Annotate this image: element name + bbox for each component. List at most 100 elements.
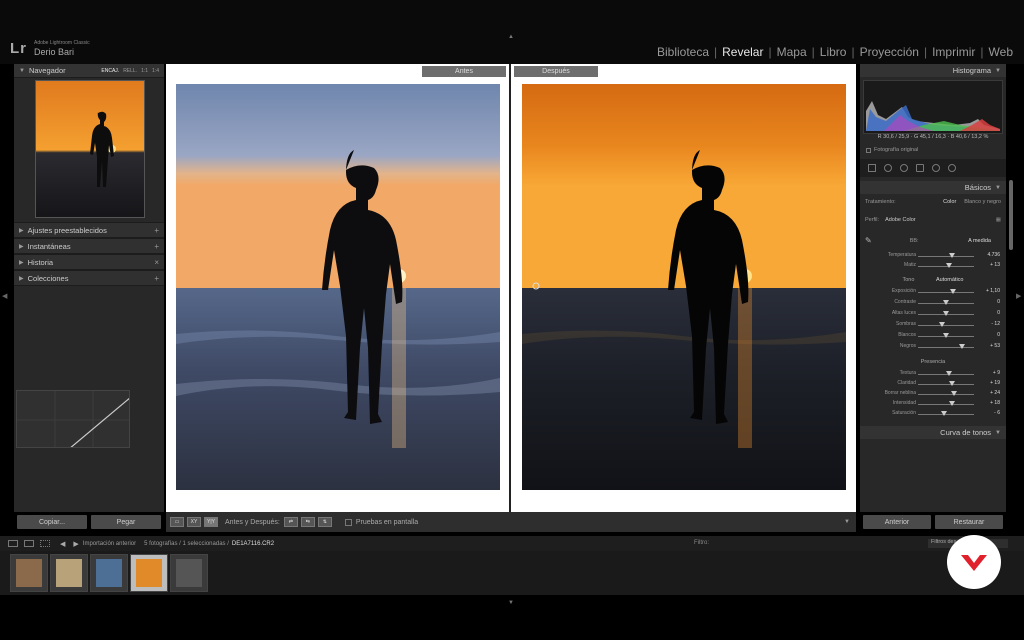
slider-knob-icon[interactable] bbox=[949, 289, 956, 294]
slider-knob-icon[interactable] bbox=[940, 411, 947, 416]
section-ajustes-preestablecidos[interactable]: ▶ Ajustes preestablecidos + bbox=[14, 222, 164, 238]
slider-value[interactable]: - 6 bbox=[994, 410, 1000, 416]
slider-track[interactable] bbox=[918, 404, 974, 405]
slider-value[interactable]: + 13 bbox=[990, 262, 1000, 268]
slider-negros[interactable]: Negros + 53 bbox=[860, 343, 1006, 352]
slider-track[interactable] bbox=[918, 325, 974, 326]
filmstrip-thumbnail[interactable] bbox=[10, 554, 48, 592]
before-photo[interactable] bbox=[176, 84, 500, 490]
grid-icon[interactable] bbox=[40, 540, 50, 547]
treatment-color[interactable]: Color bbox=[943, 199, 956, 205]
left-panel-toggle-icon[interactable]: ◀ bbox=[2, 292, 7, 300]
previous-button[interactable]: Anterior bbox=[863, 515, 931, 529]
paste-button[interactable]: Pegar bbox=[91, 515, 161, 529]
tone-curve-graph[interactable] bbox=[16, 390, 130, 448]
filmstrip-thumbnail[interactable] bbox=[90, 554, 128, 592]
module-imprimir[interactable]: Imprimir bbox=[927, 45, 980, 59]
add-icon[interactable]: + bbox=[154, 226, 159, 235]
slider-matiz[interactable]: Matiz + 13 bbox=[860, 262, 1006, 271]
slider-knob-icon[interactable] bbox=[948, 381, 955, 386]
slider-exposición[interactable]: Exposición + 1,10 bbox=[860, 288, 1006, 297]
zoom-1-4[interactable]: 1:4 bbox=[152, 68, 159, 74]
red-eye-icon[interactable] bbox=[900, 164, 908, 172]
slider-value[interactable]: + 53 bbox=[990, 343, 1000, 349]
filmstrip-thumbnail[interactable] bbox=[170, 554, 208, 592]
slider-knob-icon[interactable] bbox=[945, 371, 952, 376]
basic-header[interactable]: Básicos ▼ bbox=[860, 181, 1006, 194]
slider-value[interactable]: + 19 bbox=[990, 380, 1000, 386]
slider-track[interactable] bbox=[918, 347, 974, 348]
slider-sombras[interactable]: Sombras - 12 bbox=[860, 321, 1006, 330]
zoom-fill[interactable]: RELL. bbox=[123, 68, 137, 74]
forward-arrow-icon[interactable]: ▶ bbox=[73, 540, 78, 548]
slider-contraste[interactable]: Contraste 0 bbox=[860, 299, 1006, 308]
add-icon[interactable]: + bbox=[154, 274, 159, 283]
clear-icon[interactable]: × bbox=[154, 258, 159, 267]
crop-tool-icon[interactable] bbox=[868, 164, 876, 172]
profile-browser-icon[interactable]: ▦ bbox=[996, 217, 1001, 223]
before-after-view-icon[interactable]: Y|Y bbox=[204, 517, 218, 527]
white-balance-select[interactable]: A medida bbox=[968, 238, 991, 244]
slider-value[interactable]: + 18 bbox=[990, 400, 1000, 406]
slider-track[interactable] bbox=[918, 256, 974, 257]
slider-knob-icon[interactable] bbox=[943, 333, 949, 338]
slider-intensidad[interactable]: Intensidad + 18 bbox=[860, 400, 1006, 409]
navigator-header[interactable]: ▼ Navegador ENCAJ. RELL. 1:1 1:4 bbox=[14, 64, 164, 78]
original-photo-checkbox[interactable] bbox=[866, 147, 871, 153]
swap-icon[interactable]: ⇅ bbox=[317, 517, 332, 527]
slider-knob-icon[interactable] bbox=[943, 311, 949, 316]
right-panel-scrollbar[interactable] bbox=[1009, 180, 1013, 250]
slider-textura[interactable]: Textura + 9 bbox=[860, 370, 1006, 379]
soft-proof-checkbox[interactable] bbox=[344, 518, 352, 526]
zoom-fit[interactable]: ENCAJ. bbox=[101, 68, 119, 74]
slider-track[interactable] bbox=[918, 292, 974, 293]
eyedropper-icon[interactable]: ✎ bbox=[865, 236, 872, 245]
copy-before-to-after-icon[interactable]: ⇄ bbox=[283, 517, 298, 527]
slider-blancos[interactable]: Blancos 0 bbox=[860, 332, 1006, 341]
histogram[interactable] bbox=[863, 80, 1003, 134]
slider-saturación[interactable]: Saturación - 6 bbox=[860, 410, 1006, 419]
slider-claridad[interactable]: Claridad + 19 bbox=[860, 380, 1006, 389]
source-label[interactable]: Importación anterior bbox=[83, 541, 136, 547]
copy-button[interactable]: Copiar... bbox=[17, 515, 87, 529]
module-biblioteca[interactable]: Biblioteca bbox=[652, 45, 714, 59]
slider-borrar-neblina[interactable]: Borrar neblina + 24 bbox=[860, 390, 1006, 399]
module-mapa[interactable]: Mapa bbox=[772, 45, 812, 59]
add-icon[interactable]: + bbox=[154, 242, 159, 251]
tone-curve-header[interactable]: Curva de tonos ▼ bbox=[860, 426, 1006, 439]
slider-knob-icon[interactable] bbox=[950, 391, 957, 396]
bottom-panel-toggle-icon[interactable]: ▼ bbox=[508, 600, 514, 606]
module-libro[interactable]: Libro bbox=[815, 45, 852, 59]
copy-after-to-before-icon[interactable]: ⇆ bbox=[300, 517, 315, 527]
reset-button[interactable]: Restaurar bbox=[935, 515, 1003, 529]
radial-filter-icon[interactable] bbox=[932, 164, 940, 172]
main-window-icon[interactable] bbox=[8, 540, 18, 547]
slider-value[interactable]: 4.736 bbox=[987, 252, 1000, 258]
after-photo[interactable] bbox=[522, 84, 846, 490]
histogram-header[interactable]: Histograma ▼ bbox=[860, 64, 1006, 77]
brush-tool-icon[interactable] bbox=[948, 164, 956, 172]
right-panel-toggle-icon[interactable]: ▶ bbox=[1016, 292, 1021, 300]
slider-value[interactable]: + 1,10 bbox=[986, 288, 1000, 294]
module-revelar[interactable]: Revelar bbox=[717, 45, 768, 59]
slider-value[interactable]: 0 bbox=[997, 299, 1000, 305]
profile-select[interactable]: Adobe Color bbox=[885, 217, 916, 223]
zoom-1-1[interactable]: 1:1 bbox=[141, 68, 148, 74]
slider-knob-icon[interactable] bbox=[938, 322, 945, 327]
slider-knob-icon[interactable] bbox=[945, 263, 952, 268]
treatment-bw[interactable]: Blanco y negro bbox=[964, 199, 1001, 205]
slider-value[interactable]: + 9 bbox=[993, 370, 1000, 376]
toolbar-options-chevron-icon[interactable]: ▼ bbox=[844, 519, 850, 525]
slider-track[interactable] bbox=[918, 394, 974, 395]
navigator-preview[interactable] bbox=[35, 80, 145, 218]
module-proyeccion[interactable]: Proyección bbox=[855, 45, 924, 59]
compare-view-icon[interactable]: XY bbox=[187, 517, 201, 527]
slider-value[interactable]: 0 bbox=[997, 310, 1000, 316]
section-instantaneas[interactable]: ▶ Instantáneas + bbox=[14, 238, 164, 254]
slider-knob-icon[interactable] bbox=[948, 401, 955, 406]
spot-removal-icon[interactable] bbox=[884, 164, 892, 172]
section-colecciones[interactable]: ▶ Colecciones + bbox=[14, 270, 164, 286]
top-panel-toggle-icon[interactable]: ▲ bbox=[508, 34, 514, 40]
auto-tone-button[interactable]: Automático bbox=[936, 277, 964, 283]
slider-value[interactable]: + 24 bbox=[990, 390, 1000, 396]
